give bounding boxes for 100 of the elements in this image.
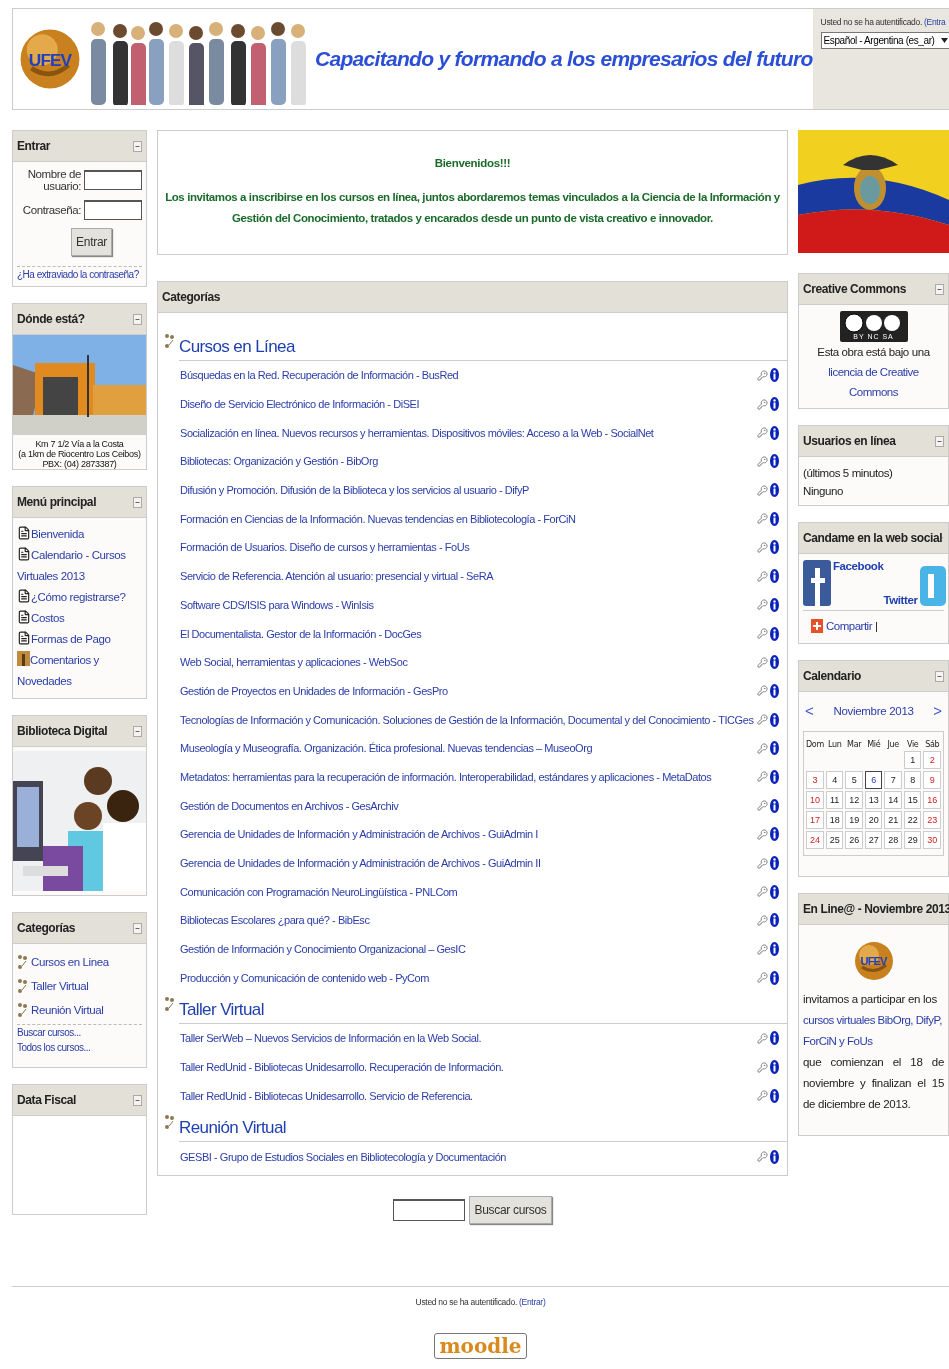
calendar-day[interactable]: 23 — [923, 811, 941, 829]
calendar-day[interactable]: 30 — [923, 831, 941, 849]
info-icon[interactable] — [770, 1088, 779, 1103]
course-link[interactable]: Tecnologías de Información y Comunicación. Soluciones de Gestión de la Información, Documental y del Conocimiento - TICGes — [180, 713, 754, 726]
footer-login-link[interactable]: (Entrar) — [519, 1297, 546, 1307]
course-link[interactable]: Bibliotecas: Organización y Gestión - BibOrg — [180, 455, 378, 468]
course-link[interactable]: Software CDS/ISIS para Windows - WinIsis — [180, 598, 374, 611]
course-link[interactable]: Museología y Museografía. Organización. Ética profesional. Nuevas tendencias – MuseoOrg — [180, 742, 593, 755]
calendar-day[interactable]: 18 — [825, 811, 844, 829]
calendar-day[interactable]: 22 — [904, 811, 922, 829]
twitter-link[interactable]: Twitter — [883, 594, 918, 606]
collapse-icon[interactable] — [133, 140, 142, 152]
license-link[interactable]: licencia de Creative Commons — [803, 362, 944, 402]
course-link[interactable]: Diseño de Servicio Electrónico de Información - DiSEI — [180, 398, 420, 411]
course-link[interactable]: Web Social, herramientas y aplicaciones - WebSoc — [180, 656, 408, 669]
collapse-icon[interactable] — [133, 313, 142, 325]
course-link[interactable]: Comunicación con Programación NeuroLingüística - PNLCom — [180, 885, 458, 898]
calendar-day[interactable]: 10 — [806, 791, 824, 809]
calendar-day[interactable]: 6 — [864, 771, 883, 789]
calendar-day[interactable]: 26 — [845, 831, 863, 849]
menu-link[interactable]: Costos — [17, 608, 142, 629]
menu-link[interactable]: ¿Cómo registrarse? — [17, 587, 142, 608]
info-icon[interactable] — [770, 741, 779, 756]
info-icon[interactable] — [770, 1149, 779, 1164]
share-icon[interactable] — [811, 619, 823, 633]
info-icon[interactable] — [770, 913, 779, 928]
course-link[interactable]: El Documentalista. Gestor de la Información - DocGes — [180, 627, 422, 640]
info-icon[interactable] — [770, 798, 779, 813]
info-icon[interactable] — [770, 856, 779, 871]
password-field[interactable] — [84, 200, 142, 220]
course-search-link[interactable]: Todos los cursos... — [17, 1042, 142, 1053]
calendar-day[interactable]: 29 — [904, 831, 922, 849]
prev-month-link[interactable]: < — [805, 702, 814, 719]
menu-link[interactable]: Comentarios y Novedades — [17, 650, 142, 692]
info-icon[interactable] — [770, 540, 779, 555]
course-link[interactable]: Gestión de Información y Conocimiento Organizacional – GesIC — [180, 943, 466, 956]
course-link[interactable]: Servicio de Referencia. Atención al usuario: presencial y virtual - SeRA — [180, 570, 494, 583]
calendar-day[interactable]: 27 — [864, 831, 883, 849]
info-icon[interactable] — [770, 425, 779, 440]
collapse-icon[interactable] — [935, 670, 944, 682]
course-link[interactable]: Difusión y Promoción. Difusión de la Biblioteca y los servicios al usuario - DifyP — [180, 484, 529, 497]
info-icon[interactable] — [770, 683, 779, 698]
calendar-day[interactable]: 13 — [864, 791, 883, 809]
course-link[interactable]: Gerencia de Unidades de Información y Administración de Archivos - GuiAdmin II — [180, 857, 541, 870]
collapse-icon[interactable] — [935, 283, 944, 295]
course-link[interactable]: Gerencia de Unidades de Información y Administración de Archivos - GuiAdmin I — [180, 828, 538, 841]
calendar-day[interactable]: 2 — [923, 751, 941, 769]
info-icon[interactable] — [770, 970, 779, 985]
category-heading[interactable]: Reunión Virtual — [179, 1114, 787, 1143]
menu-link[interactable]: Bienvenida — [17, 524, 142, 545]
info-icon[interactable] — [770, 483, 779, 498]
language-select[interactable]: Español - Argentina (es_ar) — [820, 32, 949, 49]
info-icon[interactable] — [770, 368, 779, 383]
info-icon[interactable] — [770, 942, 779, 957]
calendar-day[interactable]: 4 — [825, 771, 844, 789]
calendar-day[interactable]: 21 — [884, 811, 902, 829]
calendar-day[interactable]: 1 — [904, 751, 922, 769]
info-icon[interactable] — [770, 827, 779, 842]
course-link[interactable]: Producción y Comunicación de contenido web - PyCom — [180, 971, 429, 984]
course-link[interactable]: Gestión de Proyectos en Unidades de Información - GesPro — [180, 684, 448, 697]
calendar-day[interactable]: 5 — [845, 771, 863, 789]
share-link[interactable]: Compartir — [826, 620, 872, 632]
menu-link[interactable]: Calendario - Cursos Virtuales 2013 — [17, 545, 142, 587]
courses-link[interactable]: cursos virtuales BibOrg, DifyP, ForCiN y FoUs — [803, 1010, 944, 1052]
course-link[interactable]: Gestión de Documentos en Archivos - GesArchiv — [180, 799, 399, 812]
course-link[interactable]: Taller RedUnid - Bibliotecas Unidesarrollo. Recuperación de Información. — [180, 1061, 504, 1074]
course-link[interactable]: Bibliotecas Escolares ¿para qué? - BibEsc — [180, 914, 370, 927]
category-heading[interactable]: Taller Virtual — [179, 996, 787, 1025]
search-courses-button[interactable]: Buscar cursos — [469, 1195, 552, 1224]
month-title[interactable]: Noviembre 2013 — [833, 704, 914, 717]
calendar-day[interactable]: 8 — [904, 771, 922, 789]
course-search-field[interactable] — [393, 1198, 466, 1221]
info-icon[interactable] — [770, 626, 779, 641]
calendar-day[interactable]: 7 — [884, 771, 902, 789]
info-icon[interactable] — [770, 397, 779, 412]
info-icon[interactable] — [770, 597, 779, 612]
calendar-day[interactable]: 3 — [806, 771, 824, 789]
category-heading[interactable]: Cursos en Línea — [179, 333, 787, 361]
course-link[interactable]: Socialización en línea. Nuevos recursos y herramientas. Dispositivos móviles: Acceso a la Web - SocialNet — [180, 426, 654, 439]
info-icon[interactable] — [770, 569, 779, 584]
next-month-link[interactable]: > — [933, 702, 942, 719]
forgot-password-link[interactable]: ¿Ha extraviado la contraseña? — [17, 269, 142, 280]
course-link[interactable]: Taller SerWeb – Nuevos Servicios de Información en la Web Social. — [180, 1032, 482, 1045]
collapse-icon[interactable] — [133, 496, 142, 508]
calendar-day[interactable]: 24 — [806, 831, 824, 849]
collapse-icon[interactable] — [935, 435, 944, 447]
course-link[interactable]: Taller RedUnid - Bibliotecas Unidesarrollo. Servicio de Referencia. — [180, 1089, 473, 1102]
info-icon[interactable] — [770, 884, 779, 899]
calendar-day[interactable]: 25 — [825, 831, 844, 849]
info-icon[interactable] — [770, 655, 779, 670]
calendar-day[interactable]: 19 — [845, 811, 863, 829]
course-link[interactable]: Formación de Usuarios. Diseño de cursos y herramientas - FoUs — [180, 541, 470, 554]
menu-link[interactable]: Formas de Pago — [17, 629, 142, 650]
info-icon[interactable] — [770, 454, 779, 469]
course-search-link[interactable]: Buscar cursos... — [17, 1027, 142, 1038]
calendar-day[interactable]: 15 — [904, 791, 922, 809]
course-link[interactable]: GESBI - Grupo de Estudios Sociales en Bibliotecología y Documentación — [180, 1150, 507, 1163]
collapse-icon[interactable] — [133, 725, 142, 737]
info-icon[interactable] — [770, 1031, 779, 1046]
calendar-day[interactable]: 14 — [884, 791, 902, 809]
